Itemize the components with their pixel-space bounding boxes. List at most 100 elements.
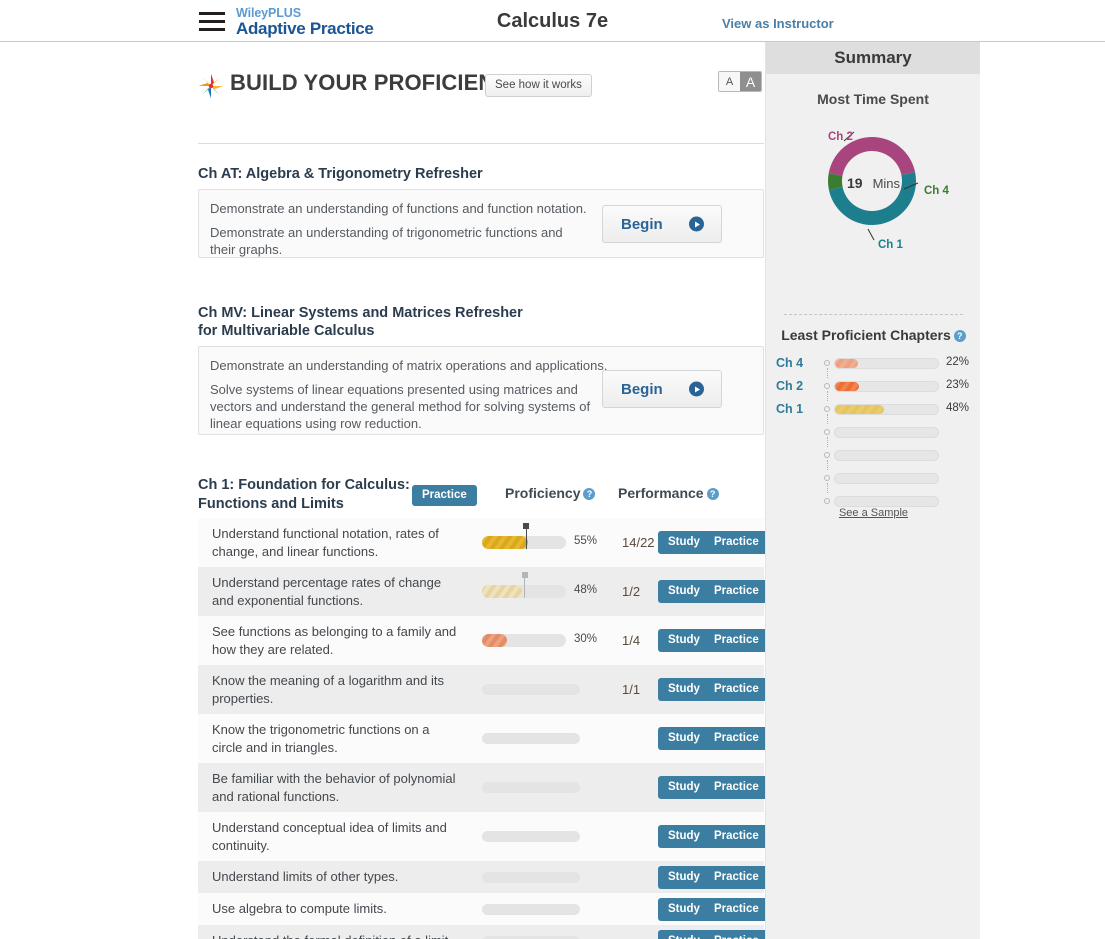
study-button[interactable]: Study <box>658 531 710 554</box>
course-title: Calculus 7e <box>496 10 609 32</box>
objective-description: Know the trigonometric functions on a ci… <box>212 722 430 755</box>
study-button[interactable]: Study <box>658 678 710 701</box>
header-divider <box>198 143 764 144</box>
least-proficient-bar-track <box>834 450 939 461</box>
objective-description: Be familiar with the behavior of polynom… <box>212 771 456 804</box>
objective-description: Understand limits of other types. <box>212 869 399 885</box>
practice-button[interactable]: Practice <box>704 825 765 848</box>
proficiency-bar-fill <box>482 634 508 647</box>
proficiency-bar: 30% <box>482 633 597 647</box>
font-size-small-button[interactable]: A <box>719 72 740 91</box>
proficiency-bar-empty <box>482 831 580 842</box>
study-button[interactable]: Study <box>658 776 710 799</box>
practice-button[interactable]: Practice <box>704 865 765 889</box>
summary-title: Summary <box>766 42 980 74</box>
performance-cell: StudyPractice <box>608 714 765 763</box>
proficiency-percent: 30% <box>574 633 598 645</box>
least-proficient-marker-dot <box>824 383 830 389</box>
least-proficient-help-icon[interactable]: ? <box>953 330 966 342</box>
font-size-toggle[interactable]: A A <box>718 71 762 92</box>
performance-cell: StudyPractice <box>608 925 765 939</box>
refresher-heading-mv-line2: for Multivariable Calculus <box>198 323 375 339</box>
proficiency-bar: 55% <box>482 523 597 549</box>
study-button[interactable]: Study <box>658 865 710 889</box>
most-time-spent-donut-chart: 19 Mins Ch 2 Ch 4 Ch 1 <box>766 107 981 267</box>
objective-description: Understand percentage rates of change an… <box>212 575 442 608</box>
proficiency-bar-empty <box>482 935 580 939</box>
performance-cell: StudyPractice <box>608 763 765 812</box>
proficiency-bar-empty <box>482 733 580 744</box>
refresher-heading-at: Ch AT: Algebra & Trigonometry Refresher <box>198 166 483 182</box>
practice-button[interactable]: Practice <box>704 580 765 603</box>
see-how-it-works-button[interactable]: See how it works <box>485 74 592 97</box>
proficiency-help-icon[interactable]: ? <box>583 488 596 500</box>
study-button[interactable]: Study <box>658 929 710 939</box>
chapter-heading-line1: Ch 1: Foundation for Calculus: <box>198 477 410 493</box>
practice-button[interactable]: Practice <box>704 531 765 554</box>
proficiency-percent: 55% <box>574 535 598 547</box>
least-proficient-chapter-list: Ch 4 22% Ch 2 23% Ch 1 48% <box>766 354 981 515</box>
refresher-objective: Demonstrate an understanding of function… <box>210 201 587 216</box>
table-row: Know the trigonometric functions on a ci… <box>198 714 765 763</box>
study-button[interactable]: Study <box>658 580 710 603</box>
study-button[interactable]: Study <box>658 727 710 750</box>
proficiency-cell: 30% <box>480 616 608 665</box>
proficiency-bar-empty <box>482 782 580 793</box>
page-title-row: BUILD YOUR PROFICIENCY See how it works … <box>198 70 764 104</box>
study-button[interactable]: Study <box>658 825 710 848</box>
practice-button[interactable]: Practice <box>704 678 765 701</box>
refresher-heading-mv-line1: Ch MV: Linear Systems and Matrices Refre… <box>198 305 523 321</box>
least-proficient-bar-fill <box>835 382 859 391</box>
proficiency-bar-fill <box>482 536 529 549</box>
begin-button-mv[interactable]: Begin <box>602 370 722 408</box>
proficiency-bar-empty <box>482 684 580 695</box>
least-proficient-marker-dot <box>824 360 830 366</box>
practice-button[interactable]: Practice <box>704 897 765 921</box>
table-row: Understand limits of other types. Study Pr… <box>198 861 765 893</box>
proficiency-cell <box>480 665 608 714</box>
least-proficient-bar-track <box>834 358 939 369</box>
practice-button[interactable]: Practice <box>704 929 765 939</box>
main-content: BUILD YOUR PROFICIENCY See how it works … <box>0 42 765 939</box>
proficiency-cell <box>480 763 608 812</box>
study-button[interactable]: Study <box>658 897 710 921</box>
least-proficient-chapter-label: Ch 2 <box>776 379 804 393</box>
least-proficient-bar-fill <box>835 359 858 368</box>
performance-score: 14/22 <box>622 535 655 550</box>
table-row: Understand conceptual idea of limits and… <box>198 812 765 861</box>
view-as-instructor-link[interactable]: View as Instructor <box>722 16 834 31</box>
study-button[interactable]: Study <box>658 629 710 652</box>
column-header-performance-label: Performance <box>618 485 704 501</box>
least-proficient-percent: 23% <box>946 379 970 391</box>
objective-description: Know the meaning of a logarithm and its … <box>212 673 444 706</box>
least-proficient-bar-fill <box>835 405 885 414</box>
performance-help-icon[interactable]: ? <box>706 488 719 500</box>
donut-label-ch2: Ch 2 <box>828 131 853 143</box>
table-row: Understand the formal definition of a li… <box>198 925 765 939</box>
proficiency-target-marker <box>523 523 530 549</box>
objective-description: Understand the formal definition of a li… <box>198 925 480 939</box>
table-row: Know the meaning of a logarithm and its … <box>198 665 765 714</box>
performance-score: 1/4 <box>622 633 641 648</box>
chapter-heading-line2: Functions and Limits <box>198 496 344 512</box>
chapter-practice-button[interactable]: Practice <box>412 485 477 506</box>
least-proficient-percent: 22% <box>946 356 970 368</box>
proficiency-cell: 55% <box>480 518 608 567</box>
proficiency-bar-fill <box>482 585 523 598</box>
refresher-card-mv: Demonstrate an understanding of matrix o… <box>198 346 764 435</box>
table-row: Understand percentage rates of change an… <box>198 567 765 616</box>
practice-button[interactable]: Practice <box>704 776 765 799</box>
table-row: See functions as belonging to a family a… <box>198 616 765 665</box>
practice-button[interactable]: Practice <box>704 727 765 750</box>
font-size-large-button[interactable]: A <box>740 72 761 91</box>
performance-cell: 1/4 Study Practice <box>608 616 765 665</box>
least-proficient-title: Least Proficient Chapters? <box>766 327 981 343</box>
play-arrow-icon <box>689 216 704 232</box>
begin-button-at[interactable]: Begin <box>602 205 722 243</box>
see-a-sample-link[interactable]: See a Sample <box>766 507 981 519</box>
performance-cell: 1/2 Study Practice <box>608 567 765 616</box>
practice-button[interactable]: Practice <box>704 629 765 652</box>
proficiency-percent: 48% <box>574 584 598 596</box>
app-page: WileyPLUS Adaptive Practice Calculus 7e … <box>0 0 1105 939</box>
proficiency-cell: 48% <box>480 567 608 616</box>
